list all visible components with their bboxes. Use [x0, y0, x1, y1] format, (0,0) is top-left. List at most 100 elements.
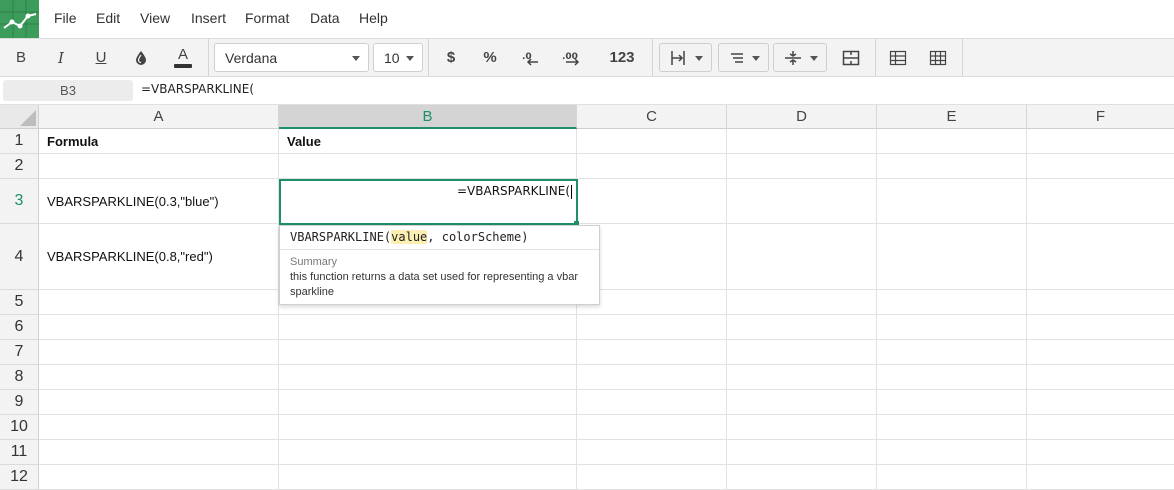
grid-cell[interactable]	[877, 154, 1027, 179]
grid-cell[interactable]	[877, 129, 1027, 154]
grid-cell[interactable]	[727, 340, 877, 365]
grid-cell[interactable]	[877, 440, 1027, 465]
grid-cell[interactable]	[577, 179, 727, 224]
grid-cell[interactable]	[877, 390, 1027, 415]
menu-view[interactable]: View	[140, 10, 170, 26]
grid-cell[interactable]	[1027, 340, 1174, 365]
grid-cell[interactable]	[1027, 129, 1174, 154]
vertical-align-dropdown[interactable]	[718, 43, 769, 72]
grid-cell[interactable]	[727, 440, 877, 465]
currency-button[interactable]: $	[436, 39, 466, 76]
grid-cell[interactable]	[877, 340, 1027, 365]
grid-cell[interactable]	[727, 224, 877, 290]
grid-cell[interactable]	[279, 154, 577, 179]
grid-cell[interactable]	[1027, 290, 1174, 315]
fill-color-button[interactable]	[126, 39, 156, 76]
grid-cell[interactable]	[727, 315, 877, 340]
increase-decimal-button[interactable]: .00	[556, 39, 588, 76]
grid-cell[interactable]	[39, 290, 279, 315]
bold-button[interactable]: B	[6, 39, 36, 76]
column-header-b[interactable]: B	[279, 105, 577, 129]
grid-cell[interactable]	[577, 154, 727, 179]
grid-cell[interactable]	[279, 340, 577, 365]
grid-cell[interactable]	[577, 129, 727, 154]
grid-cell[interactable]	[877, 224, 1027, 290]
column-header-e[interactable]: E	[877, 105, 1027, 129]
grid-cell[interactable]	[1027, 390, 1174, 415]
grid-cell[interactable]	[727, 365, 877, 390]
active-cell-editor[interactable]: =VBARSPARKLINE(	[279, 179, 578, 225]
cell-a4[interactable]: VBARSPARKLINE(0.8,"red")	[39, 224, 279, 290]
cell-a3[interactable]: VBARSPARKLINE(0.3,"blue")	[39, 179, 279, 224]
grid-cell[interactable]	[577, 315, 727, 340]
grid-cell[interactable]	[877, 465, 1027, 490]
formula-input[interactable]: =VBARSPARKLINE(	[141, 82, 254, 96]
grid-cell[interactable]	[577, 340, 727, 365]
grid-cell[interactable]	[279, 440, 577, 465]
menu-insert[interactable]: Insert	[191, 10, 226, 26]
column-header-c[interactable]: C	[577, 105, 727, 129]
menu-file[interactable]: File	[54, 10, 77, 26]
grid-cell[interactable]	[1027, 465, 1174, 490]
grid-cell[interactable]	[279, 315, 577, 340]
italic-button[interactable]: I	[46, 39, 76, 76]
grid-cell[interactable]	[877, 365, 1027, 390]
percent-button[interactable]: %	[475, 39, 505, 76]
grid-cell[interactable]	[727, 415, 877, 440]
grid-cell[interactable]	[39, 415, 279, 440]
row-header-7[interactable]: 7	[0, 340, 39, 365]
app-logo[interactable]	[0, 0, 39, 38]
row-header-9[interactable]: 9	[0, 390, 39, 415]
row-header-10[interactable]: 10	[0, 415, 39, 440]
grid-cell[interactable]	[279, 365, 577, 390]
menu-help[interactable]: Help	[359, 10, 388, 26]
row-header-4[interactable]: 4	[0, 224, 39, 290]
menu-data[interactable]: Data	[310, 10, 340, 26]
grid-cell[interactable]	[1027, 224, 1174, 290]
grid-cell[interactable]	[39, 465, 279, 490]
column-header-f[interactable]: F	[1027, 105, 1174, 129]
grid-cell[interactable]	[39, 315, 279, 340]
grid-cell[interactable]	[279, 390, 577, 415]
grid-cell[interactable]	[577, 465, 727, 490]
row-header-12[interactable]: 12	[0, 465, 39, 490]
grid-cell[interactable]	[727, 290, 877, 315]
text-wrap-dropdown[interactable]	[773, 43, 827, 72]
column-header-a[interactable]: A	[39, 105, 279, 129]
grid-cell[interactable]	[1027, 315, 1174, 340]
grid-cell[interactable]	[727, 154, 877, 179]
decrease-decimal-button[interactable]: .0	[516, 39, 546, 76]
grid-cell[interactable]	[279, 415, 577, 440]
cell-reference-box[interactable]: B3	[3, 80, 133, 101]
grid-cell[interactable]	[1027, 415, 1174, 440]
font-size-select[interactable]: 10	[373, 43, 423, 72]
row-header-3[interactable]: 3	[0, 179, 39, 224]
grid-cell[interactable]	[727, 179, 877, 224]
row-header-8[interactable]: 8	[0, 365, 39, 390]
row-header-5[interactable]: 5	[0, 290, 39, 315]
grid-cell[interactable]	[1027, 154, 1174, 179]
grid-cell[interactable]	[279, 465, 577, 490]
row-header-1[interactable]: 1	[0, 129, 39, 154]
menu-format[interactable]: Format	[245, 10, 289, 26]
insert-row-button[interactable]	[883, 39, 913, 76]
row-header-2[interactable]: 2	[0, 154, 39, 179]
grid-cell[interactable]	[39, 390, 279, 415]
grid-cell[interactable]	[577, 365, 727, 390]
grid-cell[interactable]	[39, 365, 279, 390]
grid-cell[interactable]	[727, 465, 877, 490]
grid-cell[interactable]	[1027, 365, 1174, 390]
column-header-d[interactable]: D	[727, 105, 877, 129]
underline-button[interactable]: U	[86, 39, 116, 76]
grid-cell[interactable]	[877, 290, 1027, 315]
cell-b1[interactable]: Value	[279, 129, 577, 154]
cell-editor-text[interactable]: =VBARSPARKLINE(	[457, 184, 572, 199]
grid-cell[interactable]	[577, 440, 727, 465]
select-all-corner[interactable]	[0, 105, 39, 129]
grid-cell[interactable]	[577, 390, 727, 415]
row-header-11[interactable]: 11	[0, 440, 39, 465]
cell-a1[interactable]: Formula	[39, 129, 279, 154]
row-header-6[interactable]: 6	[0, 315, 39, 340]
grid-cell[interactable]	[877, 315, 1027, 340]
menu-edit[interactable]: Edit	[96, 10, 120, 26]
